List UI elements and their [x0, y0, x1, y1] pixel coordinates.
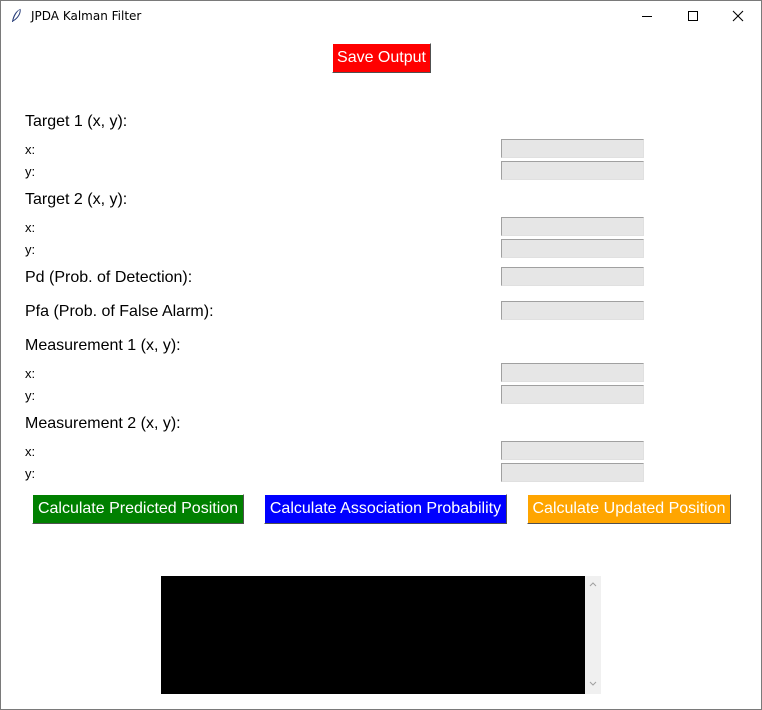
measurement1-heading: Measurement 1 (x, y):: [25, 337, 181, 354]
target1-y-input[interactable]: [501, 161, 644, 180]
target2-y-input[interactable]: [501, 239, 644, 258]
measurement1-x-label: x:: [25, 366, 36, 381]
target1-y-label: y:: [25, 164, 36, 179]
target1-x-input[interactable]: [501, 139, 644, 158]
feather-icon: [10, 8, 22, 24]
pfa-label: Pfa (Prob. of False Alarm):: [25, 303, 214, 320]
measurement1-x-input[interactable]: [501, 363, 644, 382]
measurement2-y-input[interactable]: [501, 463, 644, 482]
measurement2-x-input[interactable]: [501, 441, 644, 460]
pd-label: Pd (Prob. of Detection):: [25, 269, 193, 286]
measurement2-heading: Measurement 2 (x, y):: [25, 415, 181, 432]
minimize-button[interactable]: [624, 1, 670, 31]
scroll-down-arrow-icon[interactable]: [589, 681, 597, 687]
target2-x-input[interactable]: [501, 217, 644, 236]
target1-heading: Target 1 (x, y):: [25, 113, 128, 130]
save-output-button[interactable]: Save Output: [332, 43, 431, 73]
target2-x-label: x:: [25, 220, 36, 235]
minimize-icon: [642, 16, 652, 17]
title-bar[interactable]: JPDA Kalman Filter: [1, 1, 761, 31]
app-window: JPDA Kalman Filter Save Output Target 1 …: [0, 0, 762, 710]
target1-x-label: x:: [25, 142, 36, 157]
measurement1-y-input[interactable]: [501, 385, 644, 404]
close-icon: [732, 10, 744, 22]
close-button[interactable]: [715, 1, 761, 31]
calculate-predicted-position-button[interactable]: Calculate Predicted Position: [32, 494, 244, 524]
target2-heading: Target 2 (x, y):: [25, 191, 128, 208]
calculate-association-probability-button[interactable]: Calculate Association Probability: [264, 494, 507, 524]
pd-input[interactable]: [501, 267, 644, 286]
pfa-input[interactable]: [501, 301, 644, 320]
output-scrollbar[interactable]: [585, 576, 601, 694]
window-title: JPDA Kalman Filter: [31, 9, 142, 23]
measurement2-x-label: x:: [25, 444, 36, 459]
maximize-icon: [688, 11, 698, 21]
measurement2-y-label: y:: [25, 466, 36, 481]
scroll-up-arrow-icon[interactable]: [589, 581, 597, 587]
calculate-updated-position-button[interactable]: Calculate Updated Position: [527, 494, 731, 524]
measurement1-y-label: y:: [25, 388, 36, 403]
target2-y-label: y:: [25, 242, 36, 257]
output-text-area[interactable]: [161, 576, 585, 694]
maximize-button[interactable]: [670, 1, 716, 31]
